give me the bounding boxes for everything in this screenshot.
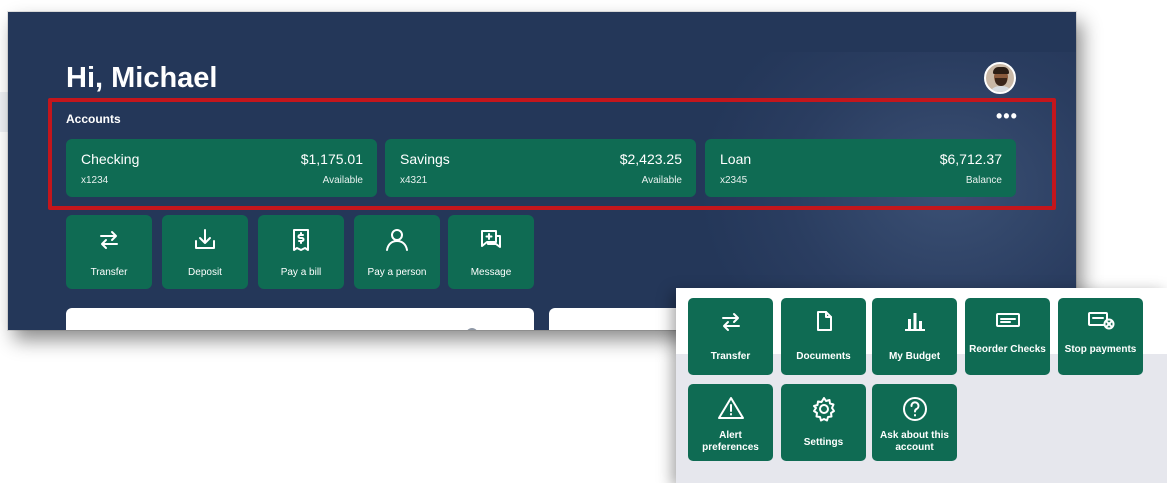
- menu-tile-label: Stop payments: [1064, 344, 1137, 355]
- menu-tile-label: Alert preferences: [702, 430, 759, 453]
- message-button[interactable]: Message: [448, 215, 534, 289]
- menu-tile-label: My Budget: [888, 351, 941, 362]
- menu-stop-payments-button[interactable]: Stop payments: [1058, 298, 1143, 375]
- menu-budget-button[interactable]: My Budget: [872, 298, 957, 375]
- bill-icon: [293, 229, 309, 251]
- stop-payment-icon: [1087, 312, 1114, 330]
- menu-tile-label: Transfer: [710, 351, 751, 362]
- menu-tile-label: Ask about this account: [880, 430, 949, 453]
- content-panel-left: [66, 308, 534, 330]
- message-icon: [481, 230, 501, 248]
- dashboard-card: Hi, Michael Accounts ••• Checking x1234 …: [8, 12, 1076, 330]
- document-icon: [816, 311, 832, 331]
- quick-action-label: Pay a person: [367, 267, 427, 278]
- bar-chart-icon: [904, 313, 925, 331]
- deposit-button[interactable]: Deposit: [162, 215, 248, 289]
- check-icon: [995, 313, 1020, 327]
- question-icon: [902, 397, 927, 421]
- avatar[interactable]: [984, 62, 1016, 94]
- pay-person-button[interactable]: Pay a person: [354, 215, 440, 289]
- menu-tile-label: Reorder Checks: [969, 344, 1046, 355]
- quick-action-label: Transfer: [90, 267, 128, 278]
- menu-transfer-button[interactable]: Transfer: [688, 298, 773, 375]
- page-title: Hi, Michael: [66, 62, 218, 94]
- menu-tile-label: Documents: [796, 351, 851, 362]
- menu-documents-button[interactable]: Documents: [781, 298, 866, 375]
- alert-icon: [717, 397, 744, 419]
- menu-alert-preferences-button[interactable]: Alert preferences: [688, 384, 773, 461]
- deposit-icon: [195, 229, 215, 249]
- accounts-highlight-box: [48, 98, 1056, 210]
- menu-tile-label: Settings: [803, 437, 844, 448]
- menu-reorder-checks-button[interactable]: Reorder Checks: [965, 298, 1050, 375]
- quick-action-label: Message: [470, 267, 512, 278]
- person-icon: [386, 229, 408, 251]
- quick-action-label: Deposit: [188, 267, 222, 278]
- quick-action-label: Pay a bill: [280, 267, 322, 278]
- menu-ask-about-account-button[interactable]: Ask about this account: [872, 384, 957, 461]
- transfer-button[interactable]: Transfer: [66, 215, 152, 289]
- transfer-icon: [721, 313, 740, 331]
- gear-icon: [812, 397, 835, 422]
- transfer-icon: [100, 231, 118, 249]
- menu-settings-button[interactable]: Settings: [781, 384, 866, 461]
- content-panel-right: [549, 308, 689, 330]
- account-actions-menu: Transfer Documents My Budget Reorder Che…: [676, 288, 1167, 483]
- pay-bill-button[interactable]: Pay a bill: [258, 215, 344, 289]
